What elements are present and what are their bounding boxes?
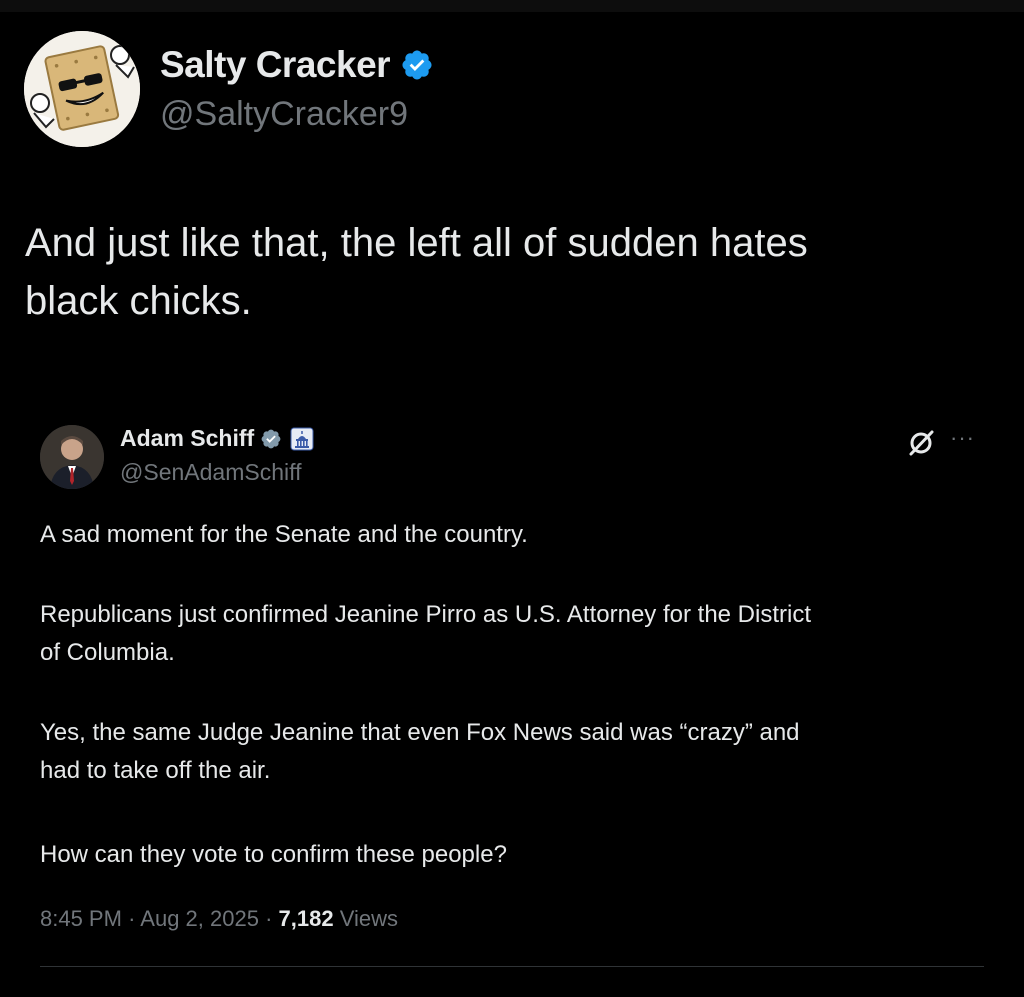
views-label: Views	[339, 906, 399, 931]
author-name-row: Salty Cracker	[160, 44, 434, 86]
quoted-paragraph: Republicans just confirmed Jeanine Pirro…	[40, 596, 990, 672]
salty-cracker-avatar[interactable]	[24, 31, 140, 147]
meta-separator: ·	[265, 906, 273, 931]
meta-separator: ·	[128, 906, 136, 931]
tweet-text-line: And just like that, the left all of sudd…	[25, 221, 808, 265]
tweet-date[interactable]: Aug 2, 2025	[140, 906, 259, 931]
capitol-affiliation-icon[interactable]	[290, 427, 314, 451]
adam-schiff-avatar[interactable]	[40, 425, 104, 489]
author-name[interactable]: Salty Cracker	[160, 44, 391, 86]
author-handle[interactable]: @SaltyCracker9	[160, 95, 408, 134]
quoted-author-name[interactable]: Adam Schiff	[120, 425, 254, 452]
quoted-author-handle[interactable]: @SenAdamSchiff	[120, 459, 301, 486]
quoted-author-name-row: Adam Schiff	[120, 425, 314, 452]
quoted-paragraph: How can they vote to confirm these peopl…	[40, 836, 990, 874]
quoted-text-line: Yes, the same Judge Jeanine that even Fo…	[40, 719, 800, 746]
tweet-text-line: black chicks.	[25, 279, 252, 323]
quoted-text-line: had to take off the air.	[40, 757, 271, 784]
more-options-icon[interactable]: ···	[950, 425, 975, 451]
tweet-meta: 8:45 PM · Aug 2, 2025 · 7,182 Views	[40, 906, 398, 932]
tweet-text: And just like that, the left all of sudd…	[25, 214, 985, 330]
quoted-text-line: of Columbia.	[40, 639, 175, 666]
quoted-paragraph: Yes, the same Judge Jeanine that even Fo…	[40, 714, 990, 790]
views-count: 7,182	[278, 906, 334, 931]
quoted-text-line: A sad moment for the Senate and the coun…	[40, 521, 528, 548]
tweet-time[interactable]: 8:45 PM	[40, 906, 122, 931]
divider	[40, 966, 984, 967]
grok-icon[interactable]	[905, 427, 937, 459]
quoted-text-line: How can they vote to confirm these peopl…	[40, 841, 507, 868]
verified-badge-icon	[400, 48, 434, 82]
gray-verified-badge-icon	[260, 428, 282, 450]
quoted-paragraph: A sad moment for the Senate and the coun…	[40, 516, 990, 554]
top-bar	[0, 0, 1024, 12]
quoted-text-line: Republicans just confirmed Jeanine Pirro…	[40, 601, 811, 628]
